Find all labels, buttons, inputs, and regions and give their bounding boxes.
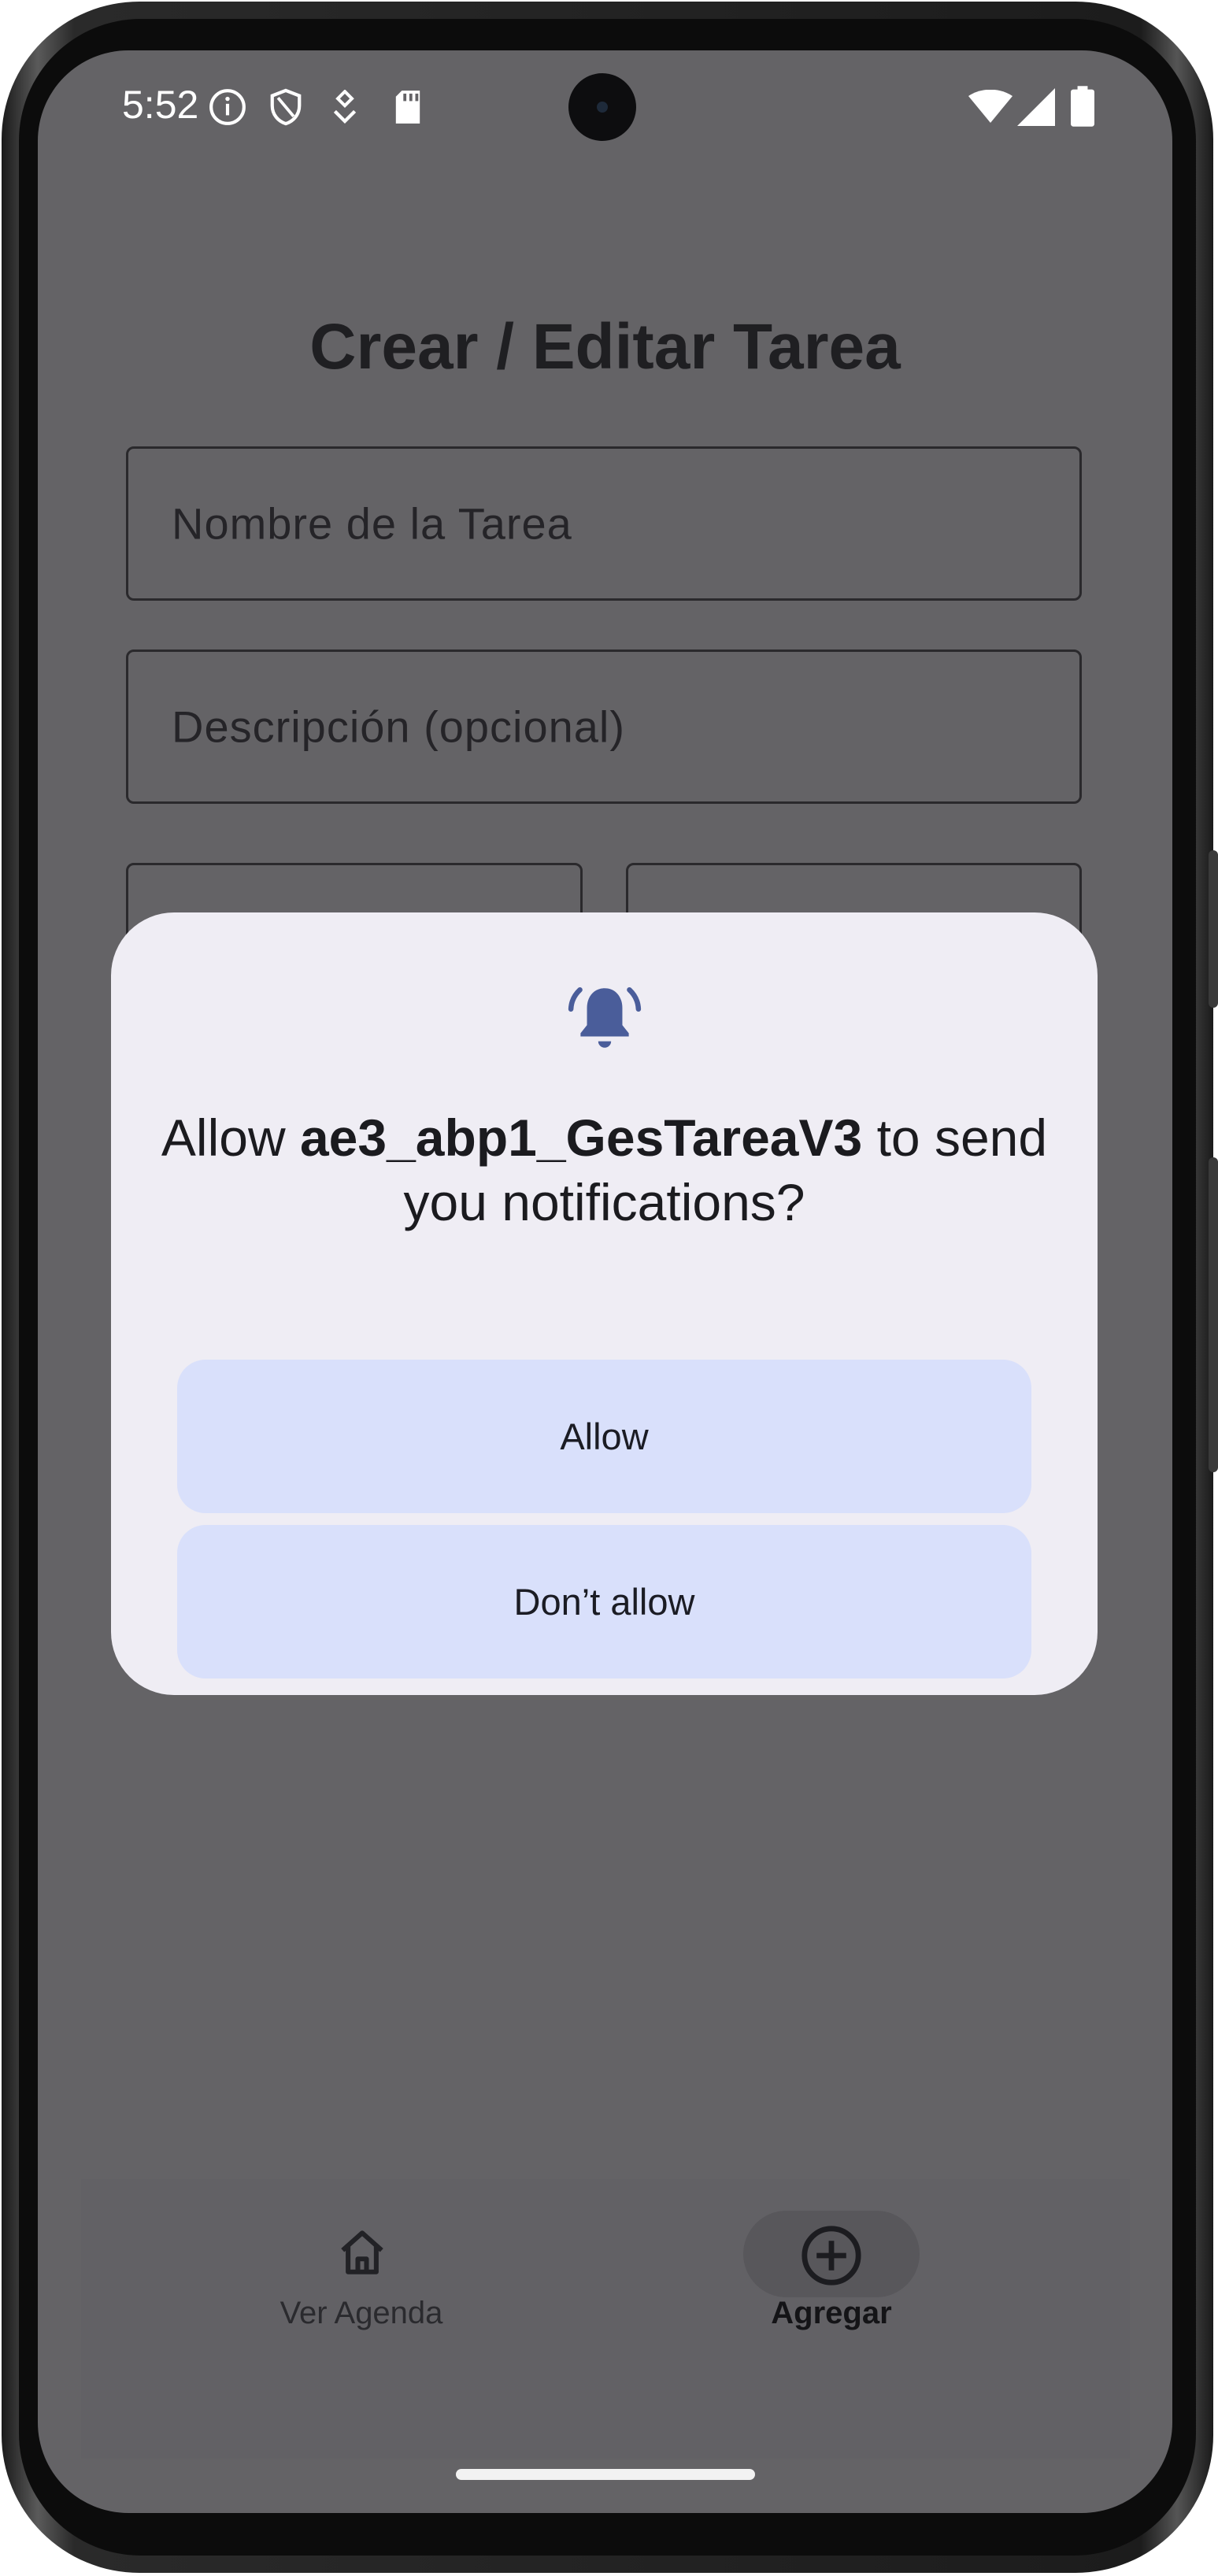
bottom-navigation: Ver Agenda Agregar: [81, 2179, 1130, 2459]
status-time: 5:52: [122, 83, 199, 127]
nav-item-ver-agenda[interactable]: Ver Agenda: [204, 2179, 519, 2459]
nav-item-agregar[interactable]: Agregar: [669, 2179, 984, 2459]
sd-card-icon: [393, 89, 423, 125]
task-name-field[interactable]: Nombre de la Tarea: [126, 446, 1082, 601]
page-title: Crear / Editar Tarea: [309, 311, 901, 383]
home-icon: [336, 2226, 388, 2282]
signal-icon: [1017, 88, 1055, 126]
volume-button: [1209, 850, 1218, 1008]
wifi-icon: [968, 90, 1013, 124]
task-description-placeholder: Descripción (opcional): [172, 701, 626, 752]
allow-button[interactable]: Allow: [177, 1360, 1031, 1513]
task-name-placeholder: Nombre de la Tarea: [172, 498, 572, 549]
nav-label-ver-agenda: Ver Agenda: [280, 2296, 443, 2330]
dialog-title: Allow ae3_abp1_GesTareaV3 to send you no…: [158, 1105, 1050, 1234]
screen: 5:52 Crear / Editar Tarea Nombre de la T…: [38, 50, 1172, 2513]
shield-icon: [268, 87, 304, 128]
location-icon: [331, 90, 359, 124]
notification-permission-dialog: Allow ae3_abp1_GesTareaV3 to send you no…: [111, 912, 1098, 1695]
task-description-field[interactable]: Descripción (opcional): [126, 650, 1082, 804]
add-circle-icon: [799, 2223, 864, 2292]
dont-allow-button[interactable]: Don’t allow: [177, 1525, 1031, 1678]
dont-allow-button-label: Don’t allow: [513, 1581, 695, 1623]
allow-button-label: Allow: [560, 1416, 649, 1457]
notification-bell-icon: [566, 980, 643, 1061]
battery-icon: [1071, 86, 1094, 127]
dialog-app-name: ae3_abp1_GesTareaV3: [299, 1108, 863, 1167]
gesture-bar[interactable]: [456, 2469, 755, 2480]
nav-label-agregar: Agregar: [771, 2296, 892, 2330]
front-camera: [568, 73, 636, 141]
info-icon: [208, 87, 247, 127]
dialog-title-prefix: Allow: [161, 1108, 300, 1167]
power-button: [1209, 1157, 1218, 1472]
